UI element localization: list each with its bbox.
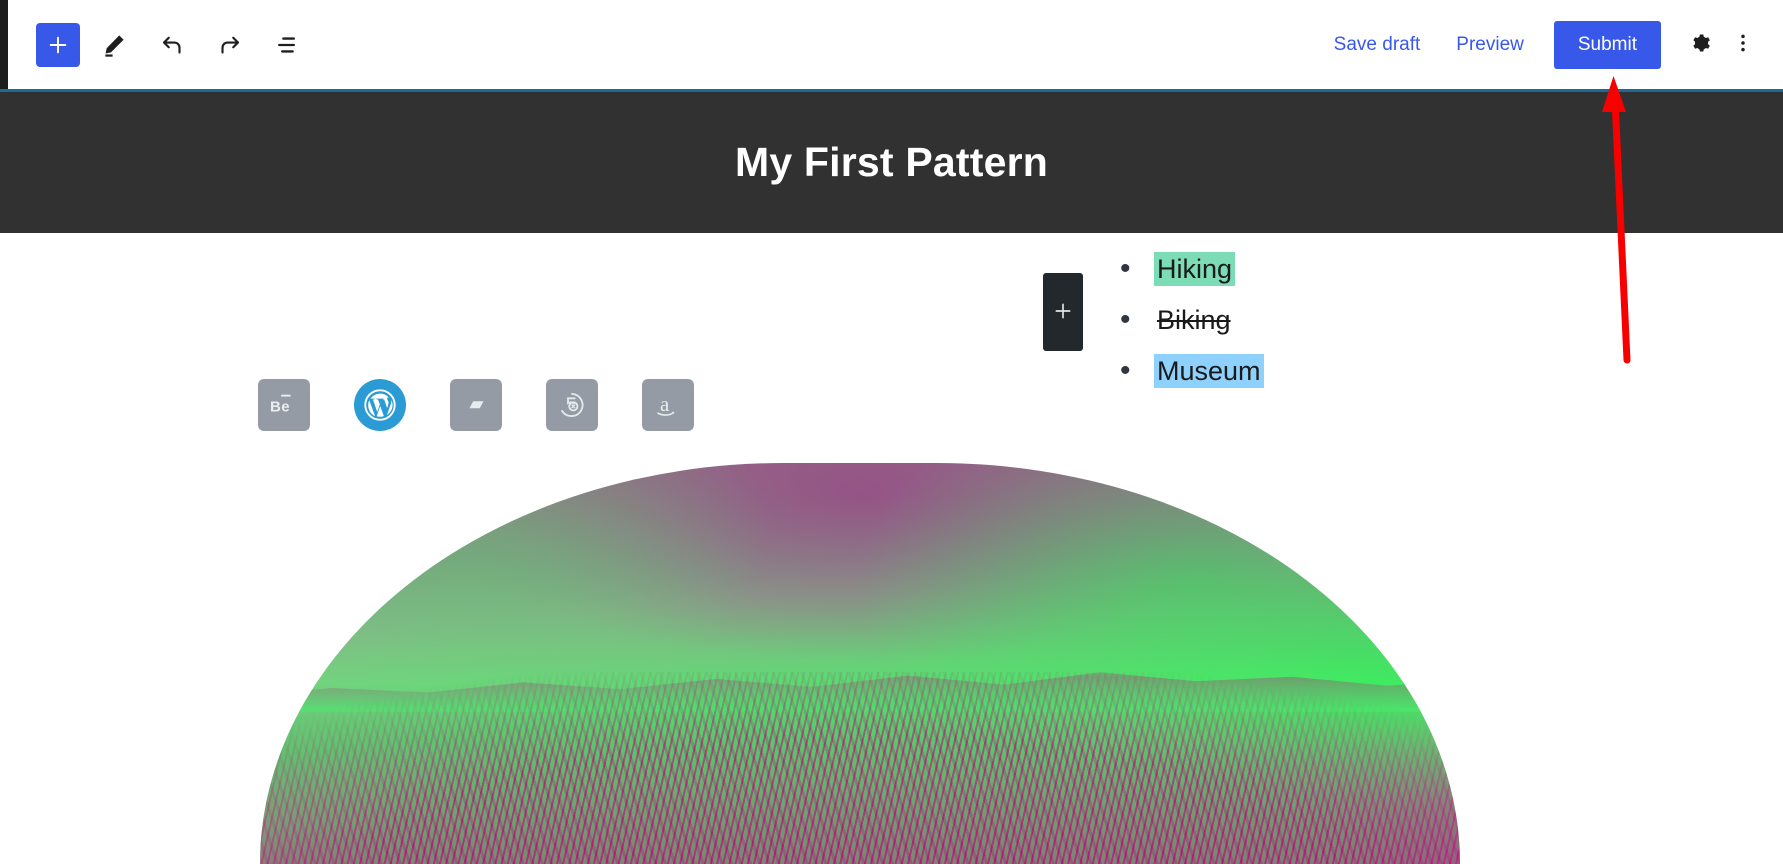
svg-text:B: B bbox=[270, 399, 281, 416]
toolbar-left-group bbox=[8, 21, 312, 69]
more-vertical-icon bbox=[1731, 31, 1755, 58]
page-title: My First Pattern bbox=[734, 139, 1049, 185]
list-item-text-biking: Biking bbox=[1157, 305, 1231, 336]
wordpress-icon[interactable] bbox=[354, 379, 406, 431]
settings-button[interactable] bbox=[1677, 23, 1721, 67]
gear-icon bbox=[1686, 30, 1712, 59]
list-view-icon bbox=[274, 31, 302, 59]
plus-icon bbox=[47, 34, 69, 56]
list-item-text-hiking: Hiking bbox=[1154, 252, 1236, 286]
svg-text:a: a bbox=[660, 392, 670, 416]
editor-canvas: B e a • Hiking • Biking • Museum bbox=[0, 233, 1783, 864]
preview-button[interactable]: Preview bbox=[1438, 25, 1542, 64]
add-block-button[interactable] bbox=[36, 22, 80, 67]
tools-button[interactable] bbox=[90, 21, 138, 69]
parallelogram-icon[interactable] bbox=[450, 379, 502, 431]
editor-toolbar: Save draft Preview Submit bbox=[8, 0, 1783, 89]
redo-icon bbox=[215, 30, 245, 60]
list-item[interactable]: Museum bbox=[1120, 354, 1264, 389]
social-icons-block[interactable]: B e a bbox=[258, 379, 694, 431]
save-draft-button[interactable]: Save draft bbox=[1316, 25, 1439, 64]
svg-text:e: e bbox=[281, 399, 289, 416]
document-overview-button[interactable] bbox=[264, 21, 312, 69]
redo-button[interactable] bbox=[206, 21, 254, 69]
list-item-text-museum: Museum bbox=[1154, 354, 1264, 389]
undo-icon bbox=[157, 30, 187, 60]
list-item[interactable]: Biking bbox=[1120, 304, 1264, 337]
pencil-icon bbox=[100, 31, 128, 59]
toolbar-right-group: Save draft Preview Submit bbox=[1316, 20, 1783, 69]
list-block[interactable]: Hiking Biking Museum bbox=[1120, 252, 1264, 408]
behance-icon[interactable]: B e bbox=[258, 379, 310, 431]
plus-icon bbox=[1053, 301, 1073, 324]
cover-block[interactable]: My First Pattern bbox=[0, 92, 1783, 233]
fivehundredpx-icon[interactable] bbox=[546, 379, 598, 431]
undo-button[interactable] bbox=[148, 21, 196, 69]
amazon-icon[interactable]: a bbox=[642, 379, 694, 431]
submit-button[interactable]: Submit bbox=[1553, 20, 1661, 69]
editor-screen: Save draft Preview Submit My First Patte… bbox=[0, 0, 1783, 864]
list-item[interactable]: Hiking bbox=[1120, 252, 1264, 286]
image-mountain-texture bbox=[260, 671, 1460, 864]
duotone-mountain-image[interactable] bbox=[260, 463, 1460, 864]
browser-left-edge bbox=[0, 0, 8, 90]
options-menu-button[interactable] bbox=[1721, 23, 1765, 67]
block-appender-button[interactable] bbox=[1043, 273, 1083, 351]
